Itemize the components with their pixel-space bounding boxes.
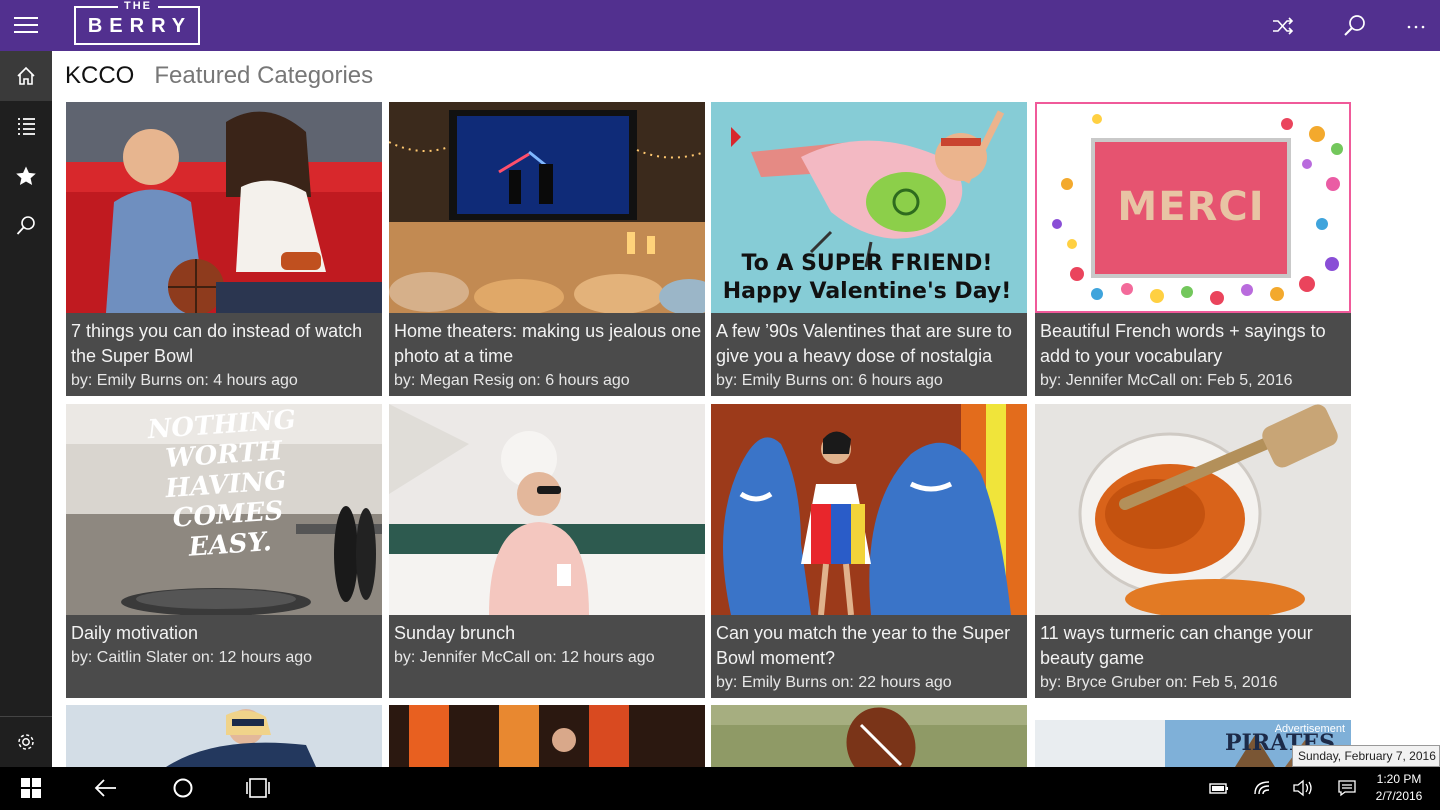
article-image: To A SUPER FRIEND! Happy Valentine's Day… (711, 102, 1027, 313)
article-image (711, 404, 1027, 615)
article-card[interactable]: 11 ways turmeric can change your beauty … (1035, 404, 1351, 698)
article-card[interactable]: Sunday brunch by: Jennifer McCall on: 12… (389, 404, 705, 698)
article-card[interactable]: Can you match the year to the Super Bowl… (711, 404, 1027, 698)
list-icon (18, 118, 35, 135)
volume-icon[interactable] (1292, 775, 1314, 801)
sidebar-item-home[interactable] (0, 51, 52, 101)
clock-time: 1:20 PM (1376, 772, 1422, 786)
article-title: Beautiful French words + sayings to add … (1040, 321, 1326, 366)
article-title: 11 ways turmeric can change your beauty … (1040, 623, 1313, 668)
page-title: KCCO Featured Categories (65, 62, 373, 94)
menu-icon[interactable] (14, 17, 38, 35)
windows-icon[interactable] (18, 775, 44, 801)
article-meta: by: Bryce Gruber on: Feb 5, 2016 (1040, 674, 1278, 691)
article-card[interactable]: To A SUPER FRIEND! Happy Valentine's Day… (711, 102, 1027, 396)
article-title: A few ’90s Valentines that are sure to g… (716, 321, 1012, 366)
sidebar (0, 51, 52, 767)
article-image: MERCI (1035, 102, 1351, 313)
article-image (389, 102, 705, 313)
article-title: Daily motivation (71, 623, 199, 643)
taskbar: 1:20 PM 2/7/2016 (0, 767, 1440, 810)
article-image (66, 102, 382, 313)
shuffle-icon[interactable] (1270, 13, 1296, 39)
task-view-icon[interactable] (244, 775, 272, 801)
star-icon (16, 166, 36, 185)
back-icon[interactable] (93, 775, 119, 801)
date-tooltip: Sunday, February 7, 2016 (1292, 745, 1440, 767)
article-card-partial[interactable] (389, 705, 705, 767)
battery-icon[interactable] (1208, 775, 1230, 801)
system-clock[interactable]: 1:20 PM 2/7/2016 (1366, 771, 1432, 805)
clock-date: 2/7/2016 (1375, 789, 1423, 803)
more-icon[interactable] (1403, 13, 1429, 39)
notification-icon[interactable] (1336, 775, 1358, 801)
wifi-icon[interactable] (1252, 775, 1274, 801)
valentine-line1: To A SUPER FRIEND! (741, 251, 993, 276)
article-card[interactable]: NOTHING WORTH HAVING COMES EASY. Daily m… (66, 404, 382, 698)
article-meta: by: Emily Burns on: 4 hours ago (71, 372, 298, 389)
section-subtitle[interactable]: Featured Categories (154, 62, 373, 89)
article-title: Home theaters: making us jealous one pho… (394, 321, 702, 366)
article-meta: by: Caitlin Slater on: 12 hours ago (71, 649, 313, 666)
article-card[interactable]: Home theaters: making us jealous one pho… (389, 102, 705, 396)
article-meta: by: Jennifer McCall on: Feb 5, 2016 (1040, 372, 1293, 389)
sidebar-item-favorites[interactable] (0, 151, 52, 201)
app-header: THE BERRY (0, 0, 1440, 51)
app-logo[interactable]: THE BERRY (74, 0, 200, 45)
article-meta: by: Emily Burns on: 6 hours ago (716, 372, 943, 389)
article-image (389, 404, 705, 615)
merci-text: MERCI (1117, 184, 1265, 230)
sidebar-item-settings[interactable] (0, 717, 52, 767)
article-card-partial[interactable] (711, 705, 1027, 767)
search-icon[interactable] (1342, 13, 1368, 39)
valentine-line2: Happy Valentine's Day! (722, 279, 1012, 304)
article-title: Sunday brunch (394, 623, 516, 643)
sidebar-item-search[interactable] (0, 201, 52, 251)
article-image: NOTHING WORTH HAVING COMES EASY. (66, 404, 382, 615)
gear-icon (18, 734, 34, 750)
article-card-partial[interactable] (66, 705, 382, 767)
article-meta: by: Emily Burns on: 22 hours ago (716, 674, 952, 691)
article-card[interactable]: 7 things you can do instead of watch the… (66, 102, 382, 396)
cortana-icon[interactable] (170, 775, 196, 801)
article-meta: by: Jennifer McCall on: 12 hours ago (394, 649, 655, 666)
sidebar-item-list[interactable] (0, 101, 52, 151)
article-image (1035, 404, 1351, 615)
article-card[interactable]: MERCI Beautiful French words + sayings t… (1035, 102, 1351, 396)
search-icon (16, 216, 35, 235)
article-meta: by: Megan Resig on: 6 hours ago (394, 372, 630, 389)
motivation-text: NOTHING WORTH HAVING COMES EASY. (146, 405, 297, 563)
home-icon (17, 66, 35, 85)
article-title: Can you match the year to the Super Bowl… (716, 623, 1011, 668)
logo-name: BERRY (87, 15, 193, 37)
article-title: 7 things you can do instead of watch the… (71, 321, 363, 366)
section-title: KCCO (65, 62, 135, 89)
logo-the: THE (118, 0, 158, 13)
